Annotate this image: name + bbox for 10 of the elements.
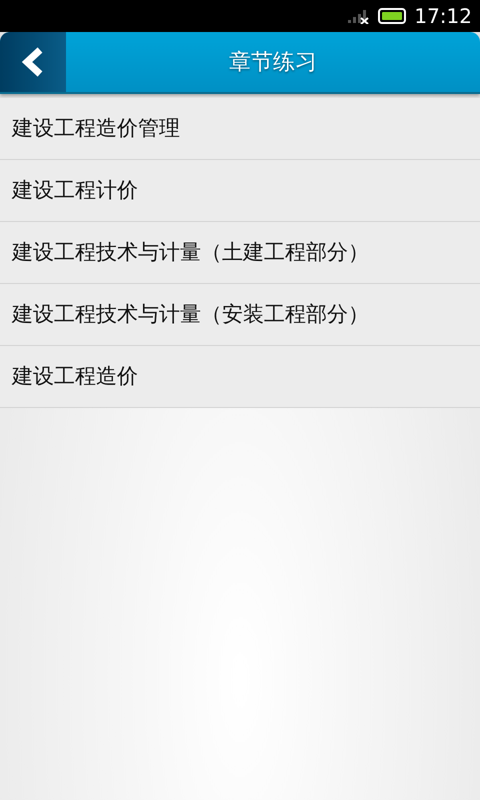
clock-time: 17:12: [414, 3, 472, 30]
chapter-list-item[interactable]: 建设工程计价: [0, 160, 480, 222]
back-button[interactable]: [0, 32, 66, 92]
battery-icon: [378, 8, 406, 24]
chapter-list-item[interactable]: 建设工程造价管理: [0, 98, 480, 160]
signal-icon: [348, 8, 370, 24]
chapter-list-item[interactable]: 建设工程造价: [0, 346, 480, 408]
header-title: 章节练习: [228, 48, 318, 76]
chapter-list-item[interactable]: 建设工程技术与计量（土建工程部分）: [0, 222, 480, 284]
chapter-list-item[interactable]: 建设工程技术与计量（安装工程部分）: [0, 284, 480, 346]
